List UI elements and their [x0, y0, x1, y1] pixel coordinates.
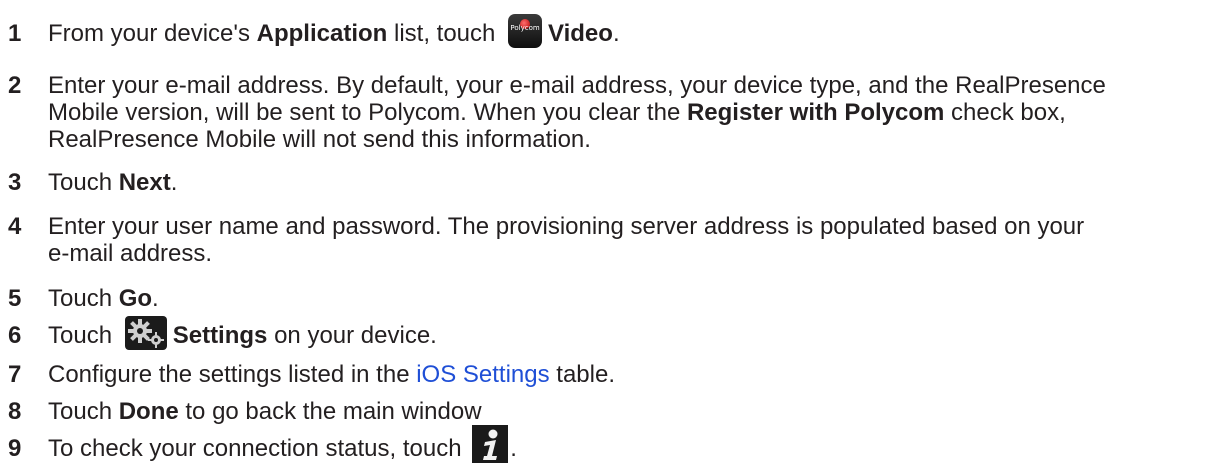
step-text-part: To check your connection status, touch	[48, 435, 469, 462]
step-line: Enter your user name and password. The p…	[48, 213, 1085, 240]
step-line: Mobile version, will be sent to Polycom.…	[48, 99, 1205, 126]
step-text: To check your connection status, touch .	[48, 424, 1205, 463]
step-text: From your device's Application list, tou…	[48, 13, 1205, 48]
step-text: Configure the settings listed in the iOS…	[48, 361, 1205, 388]
step-text: Touch Settings on your device.	[48, 315, 1205, 350]
step-number: 6	[8, 322, 22, 349]
application-label: Application	[256, 20, 388, 47]
step-text-part: Touch	[48, 398, 119, 425]
step-text: Enter your e-mail address. By default, y…	[48, 72, 1205, 153]
ios-settings-link[interactable]: iOS Settings	[416, 361, 549, 388]
step-text-part: .	[170, 169, 178, 196]
step-number: 8	[8, 398, 22, 425]
step-text: Touch Done to go back the main window	[48, 398, 1205, 425]
info-icon	[472, 424, 509, 463]
step-text-part: list, touch	[387, 20, 503, 47]
step-number: 2	[8, 72, 22, 99]
video-label: Video	[548, 20, 613, 47]
step-text: Touch Go.	[48, 285, 1205, 312]
step-text-part: .	[152, 285, 159, 312]
step-number: 4	[8, 213, 22, 240]
step-text-part: Touch	[48, 169, 119, 196]
step-text-part: on your device.	[267, 322, 437, 349]
step-text: Touch Next.	[48, 169, 1205, 196]
next-label: Next	[118, 169, 171, 196]
polycom-video-app-icon: Polycom	[508, 13, 543, 48]
step-number: 9	[8, 435, 22, 462]
polycom-icon-label: Polycom	[510, 23, 540, 32]
step-text-part: From your device's	[48, 20, 257, 47]
step-line: e-mail address.	[48, 240, 213, 267]
step-text-part: to go back the main window	[178, 398, 482, 425]
step-text: Enter your user name and password. The p…	[48, 213, 1205, 267]
register-with-polycom-label: Register with Polycom	[686, 99, 945, 126]
step-text-part: .	[612, 20, 620, 47]
go-label: Go	[118, 285, 153, 312]
step-line: Enter your e-mail address. By default, y…	[48, 72, 1106, 99]
step-number: 5	[8, 285, 22, 312]
step-text-part: table.	[549, 361, 616, 388]
step-text-part: .	[510, 435, 517, 462]
step-number: 1	[8, 20, 22, 47]
settings-label: Settings	[172, 322, 268, 349]
step-line: RealPresence Mobile will not send this i…	[48, 126, 591, 153]
gears-icon	[124, 315, 167, 350]
step-text-part: Touch	[48, 285, 119, 312]
done-label: Done	[118, 398, 179, 425]
step-number: 7	[8, 361, 22, 388]
step-text-part: Configure the settings listed in the	[48, 361, 417, 388]
step-number: 3	[8, 169, 22, 196]
step-text-part: Mobile version, will be sent to Polycom.…	[48, 99, 687, 126]
step-text-part: check box,	[944, 99, 1066, 126]
step-text-part: Touch	[48, 322, 119, 349]
